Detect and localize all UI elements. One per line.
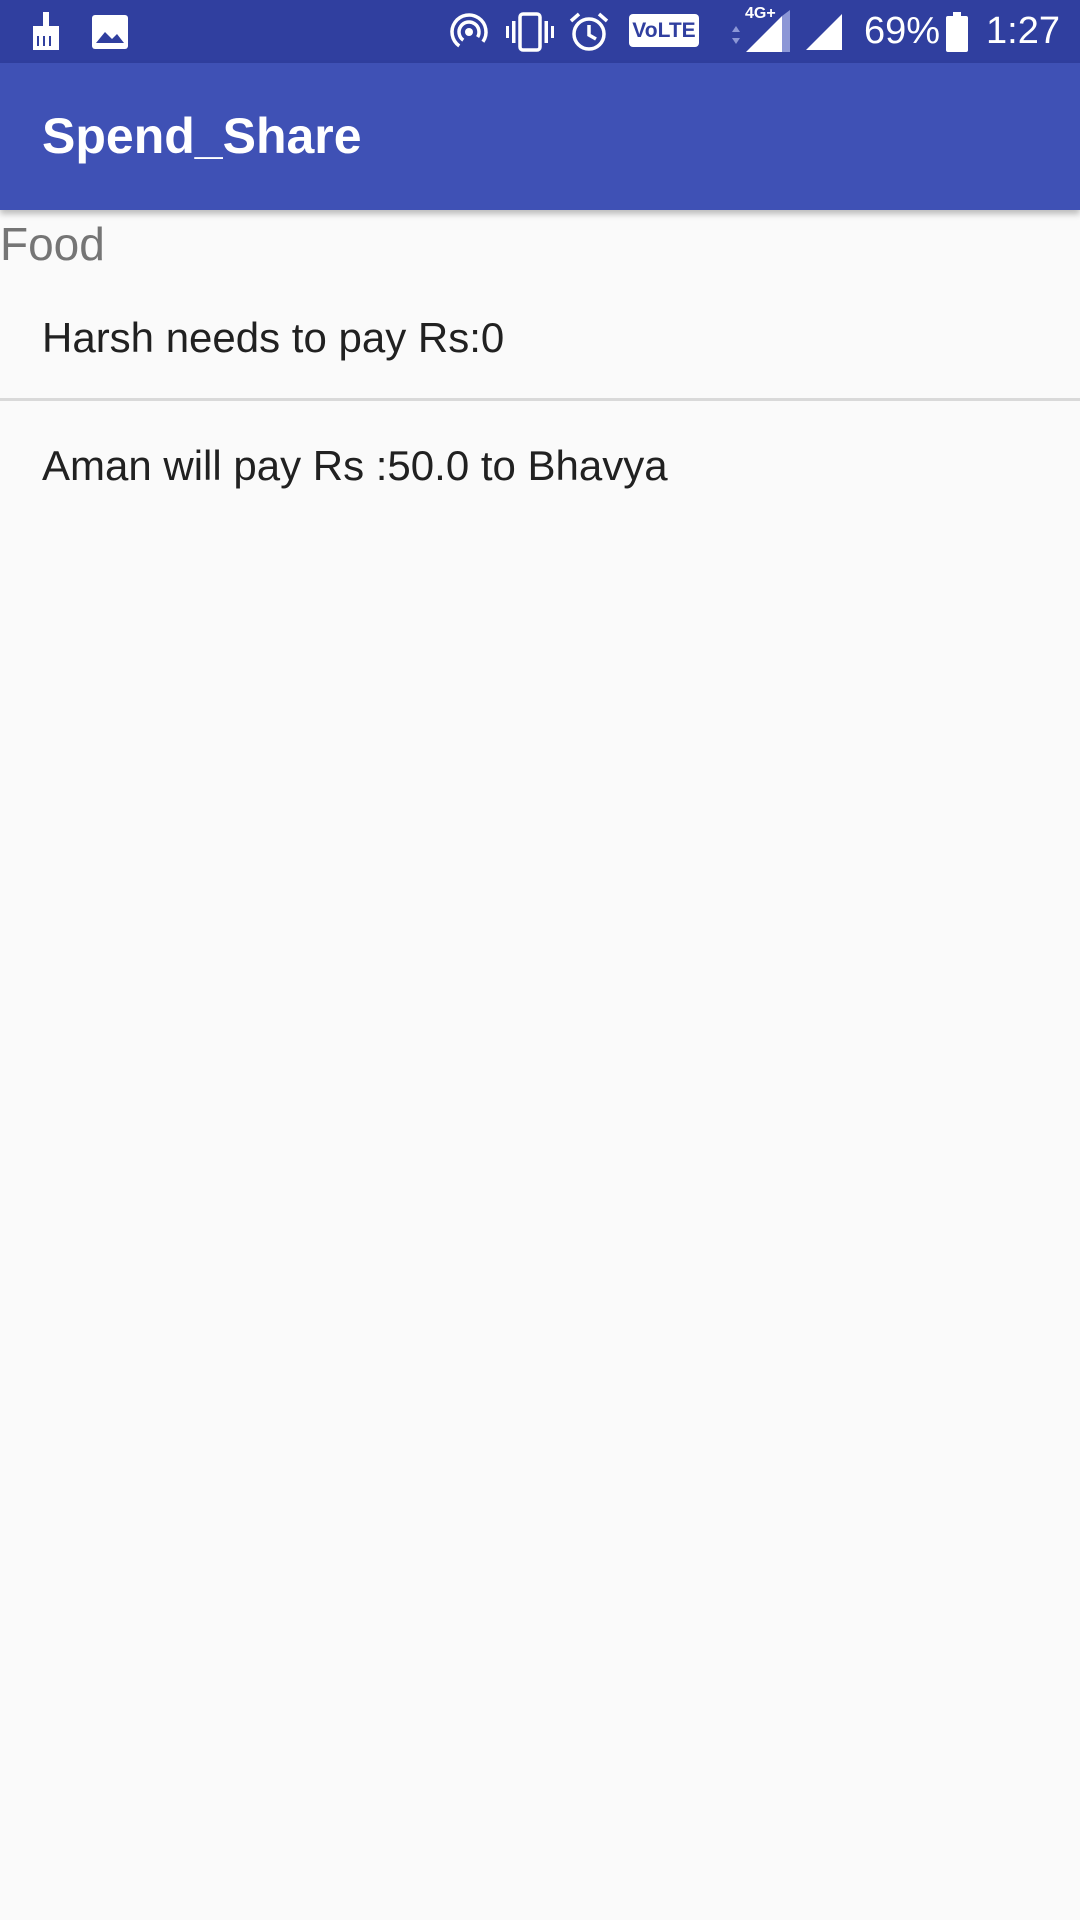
hotspot-icon	[448, 0, 490, 63]
signal-icon	[804, 0, 844, 63]
status-bar: VoLTE 4G+ 69% 1:27	[0, 0, 1080, 63]
app-title: Spend_Share	[42, 108, 362, 164]
vibrate-icon	[506, 0, 554, 63]
cleaner-icon	[28, 0, 64, 63]
list-item-text: Harsh needs to pay Rs:0	[42, 314, 505, 361]
volte-icon: VoLTE	[629, 14, 699, 47]
app-toolbar: Spend_Share	[0, 63, 1080, 210]
list-item[interactable]: Aman will pay Rs :50.0 to Bhavya	[0, 402, 1080, 530]
list-divider	[0, 398, 1080, 401]
list-item-text: Aman will pay Rs :50.0 to Bhavya	[42, 442, 668, 489]
battery-icon	[945, 0, 969, 63]
battery-percent: 69%	[864, 10, 941, 52]
alarm-icon	[568, 0, 610, 63]
list-item[interactable]: Harsh needs to pay Rs:0	[0, 274, 1080, 402]
clock-time: 1:27	[986, 10, 1060, 52]
image-icon	[92, 0, 128, 63]
category-header: Food	[0, 218, 105, 270]
network-type-label: 4G+	[745, 5, 776, 22]
